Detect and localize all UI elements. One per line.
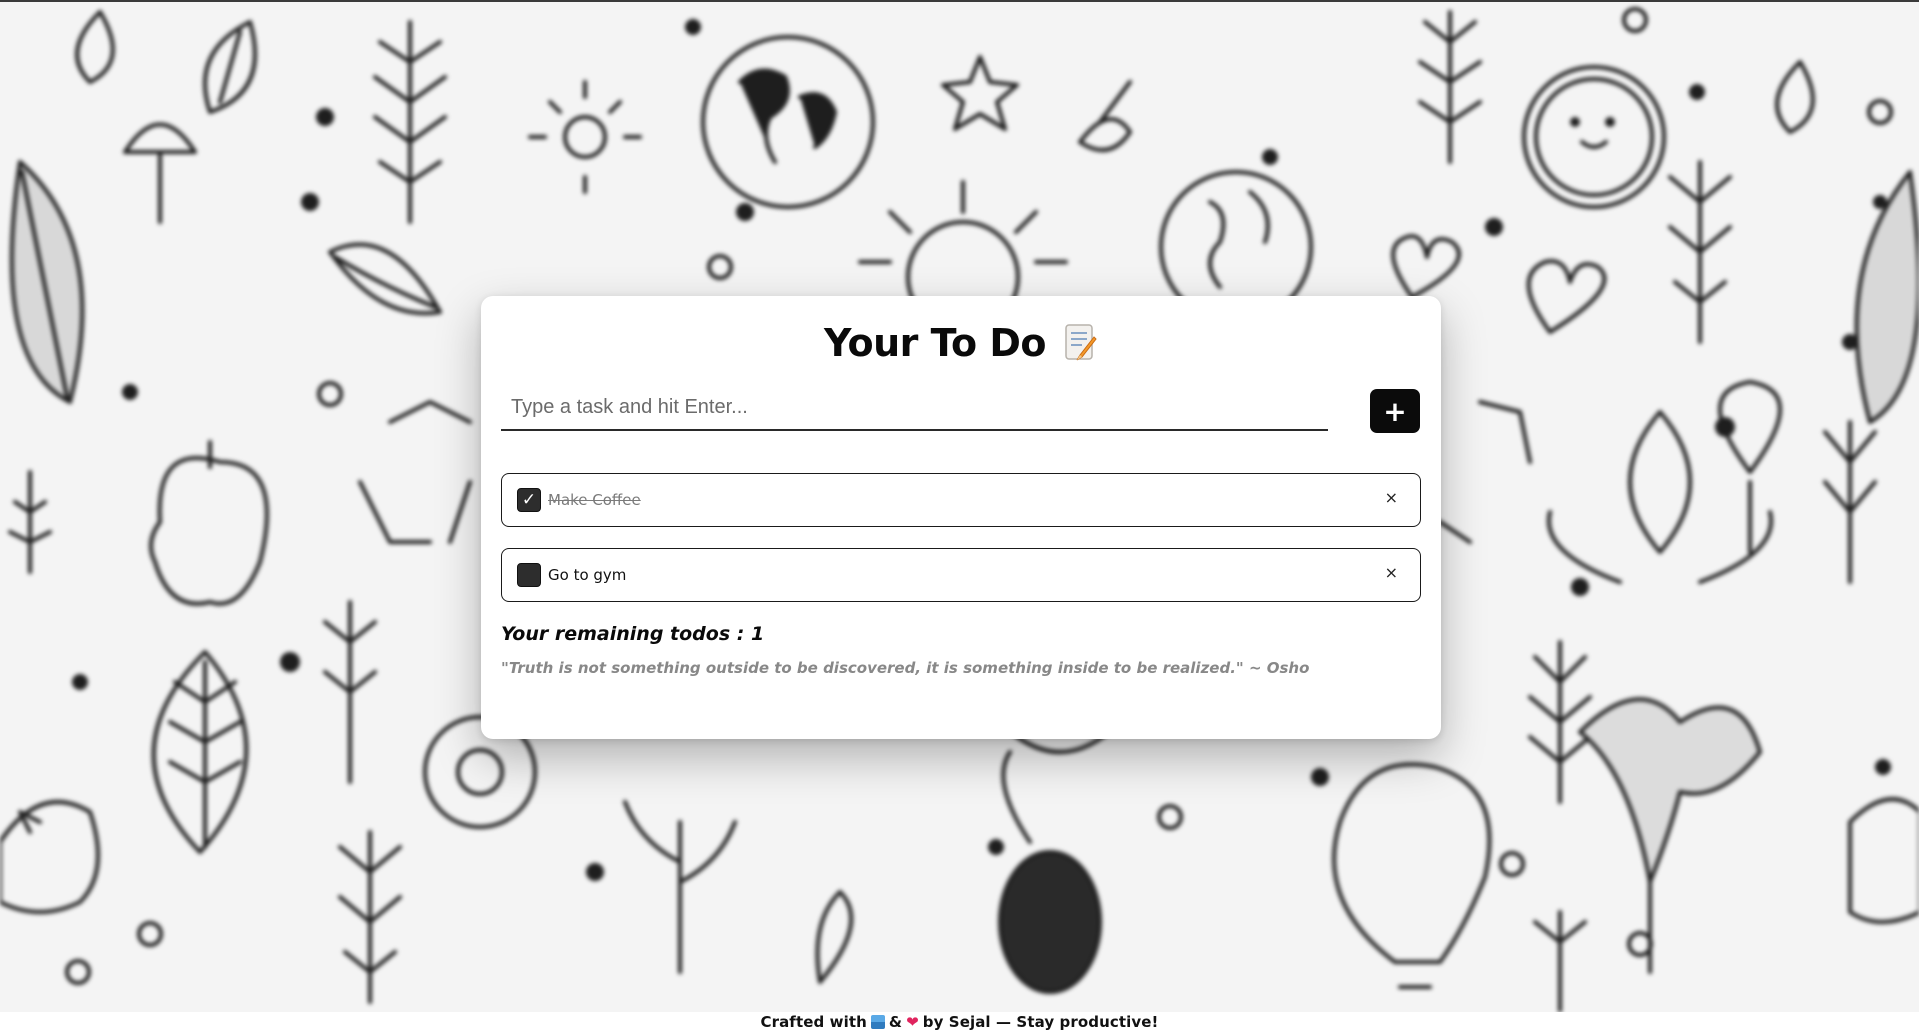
footer: Crafted with & ❤ by Sejal — Stay product… xyxy=(0,1012,1919,1032)
remaining-count: Your remaining todos : 1 xyxy=(501,623,765,645)
remove-todo-button[interactable]: × xyxy=(1385,563,1398,582)
footer-by-text: by Sejal — Stay productive! xyxy=(922,1013,1159,1031)
footer-crafted-text: Crafted with xyxy=(760,1013,867,1031)
book-icon xyxy=(870,1015,885,1029)
todo-item: ✓ Make Coffee × xyxy=(501,473,1421,527)
heart-icon: ❤ xyxy=(906,1013,919,1031)
todo-text: Go to gym xyxy=(548,566,627,584)
todo-card: Your To Do + ✓ Make Coffee × Go to gym ×… xyxy=(481,296,1441,739)
page-title: Your To Do xyxy=(823,321,1047,365)
todo-checkbox[interactable] xyxy=(517,563,541,587)
quote: "Truth is not something outside to be di… xyxy=(501,659,1310,677)
add-task-button[interactable]: + xyxy=(1370,389,1420,433)
footer-amp: & xyxy=(888,1013,903,1031)
todo-item: Go to gym × xyxy=(501,548,1421,602)
todo-text: Make Coffee xyxy=(548,491,641,509)
remove-todo-button[interactable]: × xyxy=(1385,488,1398,507)
todo-checkbox[interactable]: ✓ xyxy=(517,488,541,512)
task-input-wrapper xyxy=(501,388,1328,431)
task-input[interactable] xyxy=(501,388,1328,426)
title-row: Your To Do xyxy=(481,320,1441,366)
memo-icon xyxy=(1064,323,1098,363)
